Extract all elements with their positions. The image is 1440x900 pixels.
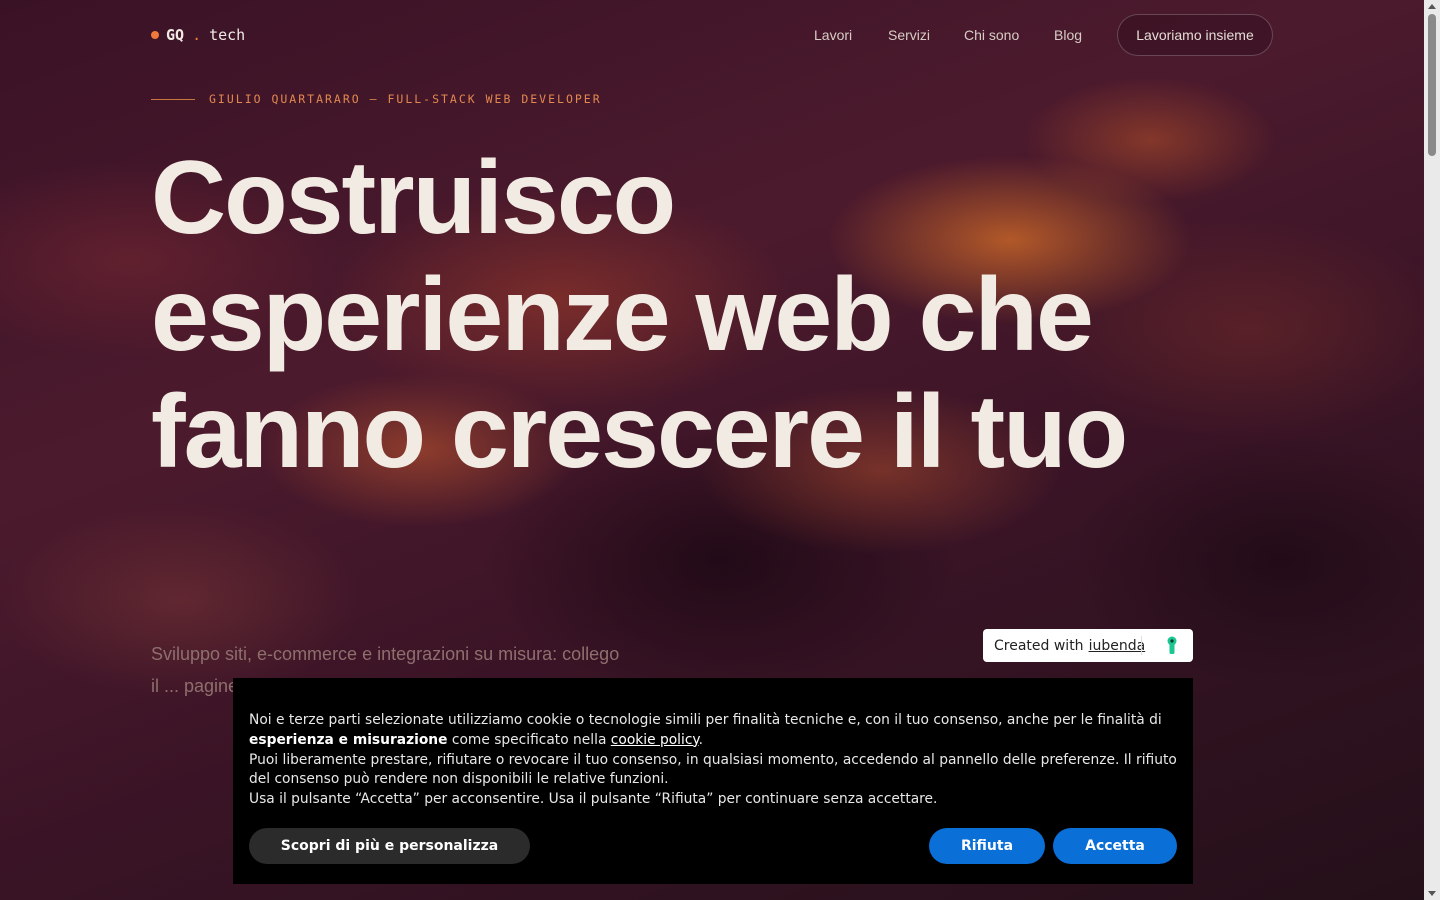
hero-title-line-2: esperienze web che bbox=[151, 257, 1094, 373]
page-scrollbar[interactable] bbox=[1424, 0, 1440, 900]
cookie-text-line1-end: . bbox=[698, 731, 704, 748]
site-logo[interactable]: GQ . tech bbox=[151, 26, 245, 44]
cookie-policy-link[interactable]: cookie policy bbox=[611, 732, 699, 748]
cookie-banner-text: Noi e terze parti selezionate utilizziam… bbox=[249, 711, 1179, 810]
cookie-text-bold: esperienza e misurazione bbox=[249, 731, 448, 748]
site-header: GQ . tech Lavori Servizi Chi sono Blog L… bbox=[0, 0, 1424, 70]
scroll-down-icon[interactable] bbox=[1428, 891, 1436, 896]
hero-eyebrow: GIULIO QUARTARARO — FULL-STACK WEB DEVEL… bbox=[151, 92, 602, 106]
cookie-text-line3: Usa il pulsante “Accetta” per acconsenti… bbox=[249, 791, 938, 808]
nav-link-servizi[interactable]: Servizi bbox=[888, 27, 930, 43]
nav-link-lavori[interactable]: Lavori bbox=[814, 27, 852, 43]
logo-dot-icon bbox=[151, 31, 159, 39]
nav-link-chi-sono[interactable]: Chi sono bbox=[964, 27, 1019, 43]
scroll-up-icon[interactable] bbox=[1428, 4, 1436, 9]
iubenda-badge[interactable]: Created with iubenda bbox=[983, 629, 1193, 662]
nav-link-blog[interactable]: Blog bbox=[1054, 27, 1082, 43]
hero-title: Costruisco esperienze web che fanno cres… bbox=[151, 140, 1261, 476]
cookie-banner: Noi e terze parti selezionate utilizziam… bbox=[233, 678, 1193, 884]
eyebrow-line bbox=[151, 98, 195, 100]
contact-cta-button[interactable]: Lavoriamo insieme bbox=[1117, 14, 1273, 56]
logo-prefix: GQ bbox=[166, 26, 185, 44]
scrollbar-thumb[interactable] bbox=[1428, 14, 1436, 156]
accept-button[interactable]: Accetta bbox=[1053, 828, 1177, 864]
logo-suffix: tech bbox=[209, 26, 246, 44]
hero-title-line-3: fanno crescere il tuo bbox=[151, 374, 1128, 476]
cookie-text-line1-mid: come specificato nella bbox=[447, 731, 611, 748]
logo-separator: . bbox=[192, 26, 202, 44]
customize-button[interactable]: Scopri di più e personalizza bbox=[249, 828, 530, 864]
reject-button[interactable]: Rifiuta bbox=[929, 828, 1045, 864]
cookie-text-line2: Puoi liberamente prestare, rifiutare o r… bbox=[249, 751, 1177, 788]
iubenda-divider bbox=[1141, 636, 1142, 655]
iubenda-link[interactable]: iubenda bbox=[1089, 638, 1146, 654]
hero-title-line-1: Costruisco bbox=[151, 140, 676, 256]
eyebrow-text: GIULIO QUARTARARO — FULL-STACK WEB DEVEL… bbox=[209, 92, 602, 106]
cookie-text-line1-start: Noi e terze parti selezionate utilizziam… bbox=[249, 712, 1162, 728]
iubenda-badge-prefix: Created with bbox=[994, 637, 1084, 654]
hero-title-mask: Costruisco esperienze web che fanno cres… bbox=[151, 138, 1261, 476]
keyhole-icon bbox=[1167, 636, 1177, 654]
